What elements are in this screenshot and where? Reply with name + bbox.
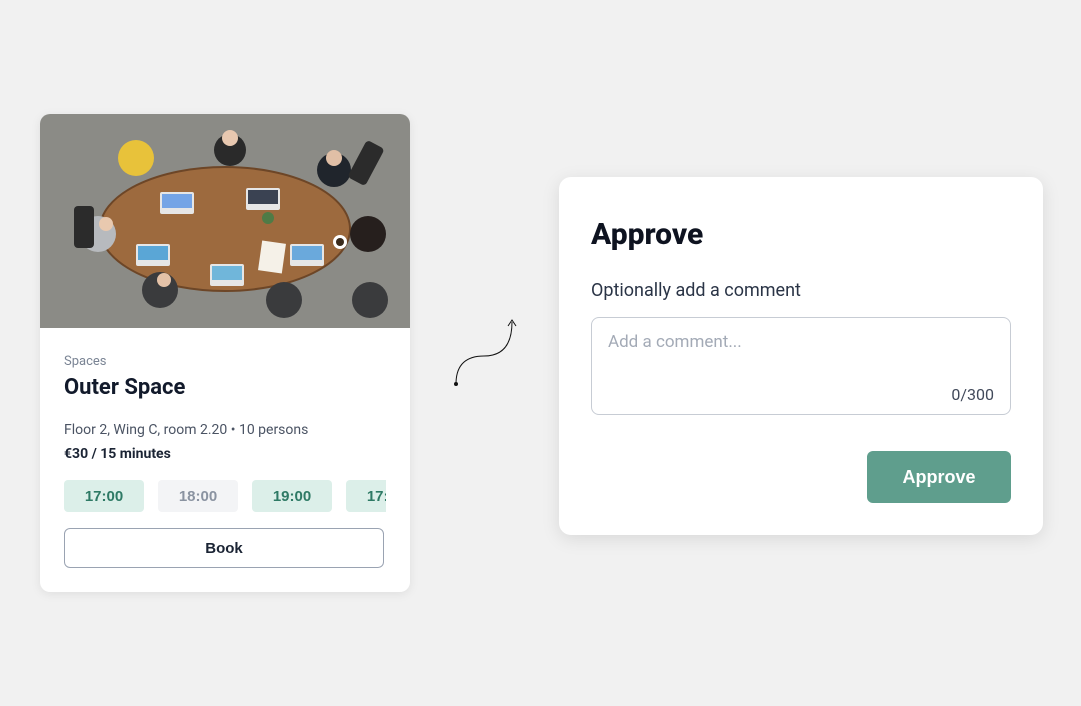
- char-counter: 0/300: [951, 385, 994, 404]
- space-details: Floor 2, Wing C, room 2.20 • 10 persons: [64, 422, 386, 438]
- room-photo: [40, 114, 410, 328]
- book-button[interactable]: Book: [64, 528, 384, 568]
- time-slot[interactable]: 19:00: [252, 480, 332, 512]
- booking-card: Spaces Outer Space Floor 2, Wing C, room…: [40, 114, 410, 592]
- space-price: €30 / 15 minutes: [64, 446, 386, 462]
- approve-button[interactable]: Approve: [867, 451, 1011, 503]
- approve-title: Approve: [591, 217, 1011, 252]
- time-slot[interactable]: 18:00: [158, 480, 238, 512]
- approve-card: Approve Optionally add a comment 0/300 A…: [559, 177, 1043, 535]
- comment-input[interactable]: [608, 332, 994, 382]
- category-label: Spaces: [64, 354, 386, 369]
- connector-arrow-icon: [452, 316, 522, 388]
- space-title: Outer Space: [64, 375, 386, 400]
- time-slot[interactable]: 17:00: [346, 480, 386, 512]
- time-slot-list: 17:00 18:00 19:00 17:00: [64, 480, 386, 512]
- comment-box: 0/300: [591, 317, 1011, 415]
- approve-subtitle: Optionally add a comment: [591, 280, 1011, 301]
- time-slot[interactable]: 17:00: [64, 480, 144, 512]
